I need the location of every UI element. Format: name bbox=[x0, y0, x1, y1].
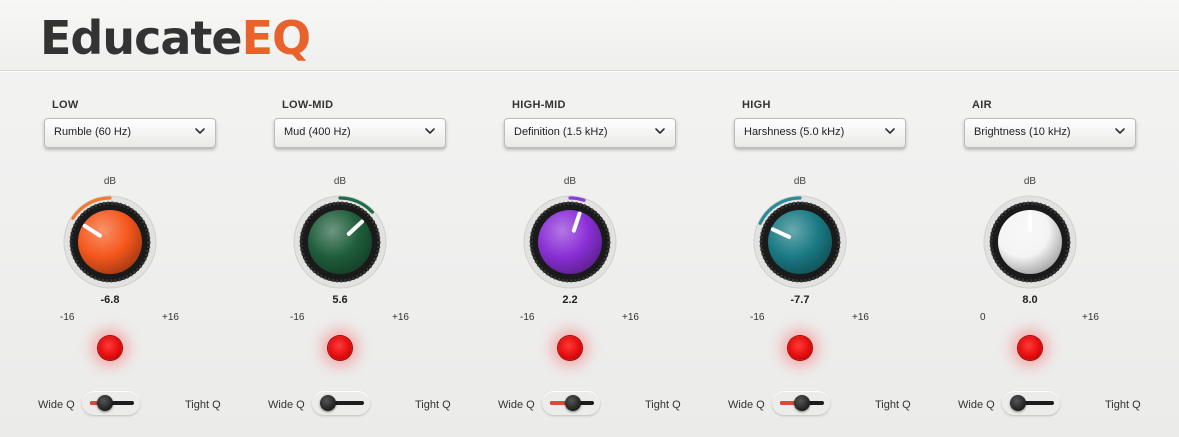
tight-q-label: Tight Q bbox=[1105, 399, 1141, 411]
q-slider[interactable] bbox=[312, 391, 370, 415]
preset-value: Harshness (5.0 kHz) bbox=[744, 126, 845, 138]
db-label: dB bbox=[103, 176, 117, 187]
preset-value: Brightness (10 kHz) bbox=[974, 126, 1071, 138]
gain-value: 8.0 bbox=[1022, 294, 1038, 306]
wide-q-label: Wide Q bbox=[38, 399, 75, 411]
band-led-button[interactable] bbox=[98, 336, 122, 360]
tight-q-label: Tight Q bbox=[875, 399, 911, 411]
band-led-button[interactable] bbox=[1018, 336, 1042, 360]
gain-value: -6.8 bbox=[100, 294, 120, 306]
range-max-label: +16 bbox=[392, 312, 409, 323]
gain-knob[interactable] bbox=[290, 192, 390, 292]
gain-value: -7.7 bbox=[790, 294, 810, 306]
chevron-down-icon bbox=[655, 128, 665, 134]
range-max-label: +16 bbox=[162, 312, 179, 323]
range-min-label: -16 bbox=[60, 312, 75, 323]
gain-knob[interactable] bbox=[60, 192, 160, 292]
q-slider[interactable] bbox=[542, 391, 600, 415]
db-label: dB bbox=[563, 176, 577, 187]
preset-dropdown[interactable]: Rumble (60 Hz) bbox=[44, 118, 216, 148]
db-label: dB bbox=[793, 176, 807, 187]
wide-q-label: Wide Q bbox=[728, 399, 765, 411]
gain-knob[interactable] bbox=[750, 192, 850, 292]
band-led-button[interactable] bbox=[788, 336, 812, 360]
band-title: HIGH-MID bbox=[512, 99, 566, 111]
band-title: LOW-MID bbox=[282, 99, 334, 111]
preset-dropdown[interactable]: Harshness (5.0 kHz) bbox=[734, 118, 906, 148]
wide-q-label: Wide Q bbox=[268, 399, 305, 411]
q-slider-thumb[interactable] bbox=[320, 395, 336, 411]
range-max-label: +16 bbox=[1082, 312, 1099, 323]
preset-value: Rumble (60 Hz) bbox=[54, 126, 132, 138]
q-slider-thumb[interactable] bbox=[97, 395, 113, 411]
band-title: HIGH bbox=[742, 99, 771, 111]
wide-q-label: Wide Q bbox=[498, 399, 535, 411]
preset-dropdown[interactable]: Brightness (10 kHz) bbox=[964, 118, 1136, 148]
range-min-label: -16 bbox=[290, 312, 305, 323]
preset-value: Definition (1.5 kHz) bbox=[514, 126, 608, 138]
eq-band-high-mid: HIGH-MID Definition (1.5 kHz) dB 2.2 -16… bbox=[498, 84, 704, 424]
gain-value: 5.6 bbox=[332, 294, 348, 306]
tight-q-label: Tight Q bbox=[645, 399, 681, 411]
band-title: AIR bbox=[972, 99, 992, 111]
range-min-label: 0 bbox=[980, 312, 986, 323]
db-label: dB bbox=[333, 176, 347, 187]
chevron-down-icon bbox=[425, 128, 435, 134]
db-label: dB bbox=[1023, 176, 1037, 187]
eq-band-air: AIR Brightness (10 kHz) dB 8.0 0 +16 Wid… bbox=[958, 84, 1164, 424]
gain-value: 2.2 bbox=[562, 294, 578, 306]
q-slider-thumb[interactable] bbox=[1010, 395, 1026, 411]
tight-q-label: Tight Q bbox=[185, 399, 221, 411]
preset-dropdown[interactable]: Mud (400 Hz) bbox=[274, 118, 446, 148]
q-slider-thumb[interactable] bbox=[794, 395, 810, 411]
eq-band-low: LOW Rumble (60 Hz) dB -6.8 -16 +16 Wide … bbox=[38, 84, 244, 424]
range-max-label: +16 bbox=[622, 312, 639, 323]
header-bar: EducateEQ bbox=[0, 0, 1179, 71]
chevron-down-icon bbox=[885, 128, 895, 134]
q-slider[interactable] bbox=[1002, 391, 1060, 415]
gain-knob[interactable] bbox=[980, 192, 1080, 292]
eq-band-low-mid: LOW-MID Mud (400 Hz) dB 5.6 -16 +16 Wide… bbox=[268, 84, 474, 424]
wide-q-label: Wide Q bbox=[958, 399, 995, 411]
band-title: LOW bbox=[52, 99, 79, 111]
q-slider[interactable] bbox=[772, 391, 830, 415]
preset-value: Mud (400 Hz) bbox=[284, 126, 351, 138]
range-min-label: -16 bbox=[750, 312, 765, 323]
chevron-down-icon bbox=[195, 128, 205, 134]
q-slider[interactable] bbox=[82, 391, 140, 415]
preset-dropdown[interactable]: Definition (1.5 kHz) bbox=[504, 118, 676, 148]
range-min-label: -16 bbox=[520, 312, 535, 323]
band-led-button[interactable] bbox=[328, 336, 352, 360]
tight-q-label: Tight Q bbox=[415, 399, 451, 411]
range-max-label: +16 bbox=[852, 312, 869, 323]
eq-band-high: HIGH Harshness (5.0 kHz) dB -7.7 -16 +16… bbox=[728, 84, 934, 424]
chevron-down-icon bbox=[1115, 128, 1125, 134]
band-led-button[interactable] bbox=[558, 336, 582, 360]
app-logo: EducateEQ bbox=[40, 11, 311, 65]
gain-knob[interactable] bbox=[520, 192, 620, 292]
q-slider-thumb[interactable] bbox=[565, 395, 582, 411]
